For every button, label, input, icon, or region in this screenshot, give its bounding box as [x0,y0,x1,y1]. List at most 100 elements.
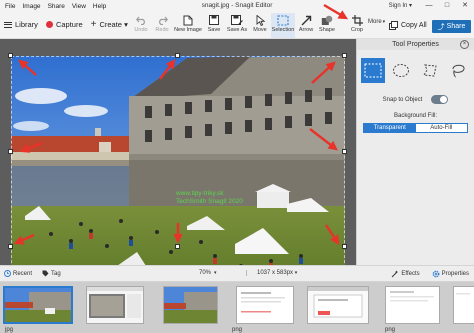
shape-tool[interactable]: Shape [317,13,337,38]
rectangle-select-button[interactable] [361,58,385,83]
more-label: More [368,19,382,25]
menu-file[interactable]: File [5,3,15,10]
chevron-down-icon: ▾ [382,19,386,25]
lasso-select-button[interactable] [447,58,471,83]
snap-to-object-label: Snap to Object [382,96,423,103]
tray-thumbnail-1-label: jpg [5,327,14,333]
zoom-control[interactable]: 70% ▾ [199,270,217,276]
tray-thumbnail-2[interactable] [86,286,144,324]
resize-handle-top-left[interactable] [8,53,13,58]
fill-transparent-option[interactable]: Transparent [364,124,416,132]
image-dimensions[interactable]: 1037 x 583px ▾ [246,270,297,276]
fill-auto-fill-option[interactable]: Auto-Fill [415,124,467,132]
menu-help[interactable]: Help [93,3,106,10]
library-label: Library [15,20,38,29]
capture-tray: jpg png png [0,282,474,333]
gear-icon [432,270,440,278]
crop-label: Crop [351,27,363,33]
zoom-value: 70% [199,270,212,276]
save-icon [209,15,219,25]
save-as-button[interactable]: Save As [225,13,249,38]
tray-thumbnail-3[interactable] [163,286,218,324]
tray-thumbnail-7[interactable] [453,286,474,324]
new-image-button[interactable]: New Image [173,13,203,38]
crop-tool[interactable]: Crop [346,13,368,38]
tag-button[interactable]: Tag [42,270,61,277]
close-window-button[interactable]: ✕ [456,0,474,12]
resize-handle-right[interactable] [342,149,347,154]
menu-view[interactable]: View [72,3,86,10]
share-button[interactable]: ⤴ Share [432,20,471,33]
redo-icon [158,16,168,25]
photo-image [11,56,345,265]
editor-canvas[interactable]: www.tipy-triky.sk TechSmith Snagit 2020 [0,39,356,265]
thumbnail-castle-photo-2 [164,287,217,323]
sign-in-link[interactable]: Sign In ▾ [389,2,412,9]
menu-image[interactable]: Image [22,3,40,10]
tray-thumbnail-6-label: png [385,327,396,333]
panel-header: Tool Properties × [357,39,474,50]
copy-all-label: Copy All [401,22,427,29]
create-button[interactable]: + Create ▾ [90,19,128,30]
menu-bar: File Image Share View Help [0,3,106,10]
selection-icon [277,14,289,26]
copy-all-button[interactable]: Copy All [389,21,427,30]
snap-to-object-toggle[interactable] [431,95,449,104]
hamburger-icon [4,21,12,28]
background-fill-selector: Transparent Auto-Fill [363,123,468,133]
menu-share[interactable]: Share [48,3,65,10]
arrow-tool[interactable]: Arrow [296,13,316,38]
properties-button[interactable]: Properties [432,270,469,278]
capture-button[interactable]: Capture [45,20,83,29]
resize-handle-top-right[interactable] [342,53,347,58]
background-fill-label: Background Fill: [393,113,438,119]
ellipse-select-icon [393,64,410,77]
castle-courtyard-photo [11,56,345,265]
watermark-line-1: www.tipy-triky.sk [176,190,224,197]
selection-label: Selection [271,27,295,33]
tag-label: Tag [51,270,61,277]
thumbnail-dialog [308,287,368,323]
resize-handle-bottom[interactable] [175,244,180,249]
maximize-button[interactable]: □ [438,0,456,12]
properties-label: Properties [441,271,469,277]
tray-thumbnail-6[interactable] [385,286,440,324]
recent-label: Recent [13,270,33,277]
move-tool[interactable]: Move [250,13,270,38]
resize-handle-left[interactable] [8,149,13,154]
freehand-select-button[interactable] [418,58,442,83]
tray-thumbnail-4[interactable] [236,286,294,324]
more-tools-button[interactable]: More ▾ [368,19,385,25]
effects-button[interactable]: Effects [391,270,420,278]
selection-shape-picker [357,50,474,83]
resize-handle-bottom-left[interactable] [8,244,13,249]
create-label: Create ▾ [99,20,128,29]
minimize-button[interactable]: — [420,0,438,12]
redo-button[interactable]: Redo [152,13,172,38]
tool-properties-panel: Tool Properties × Snap to Object Backgro… [356,39,474,265]
recent-button[interactable]: Recent [4,270,32,277]
tray-thumbnail-4-label: png [232,327,243,333]
thumbnail-partial [454,287,474,323]
close-panel-icon[interactable]: × [460,40,469,49]
thumbnail-document [237,287,293,323]
undo-label: Undo [134,27,148,33]
thumbnail-castle-photo [5,288,71,322]
watermark-line-2: TechSmith Snagit 2020 [176,198,243,205]
save-as-icon [231,15,243,25]
library-button[interactable]: Library [4,20,38,29]
panel-title: Tool Properties [392,41,439,48]
resize-handle-bottom-right[interactable] [342,244,347,249]
snap-to-object-row: Snap to Object [357,95,474,104]
plus-icon: + [90,19,97,30]
resize-handle-top[interactable] [175,53,180,58]
chevron-down-icon: ▾ [214,270,217,276]
undo-button[interactable]: Undo [131,13,151,38]
tray-thumbnail-5[interactable] [307,286,369,324]
effects-label: Effects [401,271,420,277]
tray-thumbnail-1[interactable] [3,286,73,324]
save-button[interactable]: Save [204,13,224,38]
shape-icon [321,15,333,25]
selection-tool[interactable]: Selection [271,13,295,38]
ellipse-select-button[interactable] [390,58,414,83]
